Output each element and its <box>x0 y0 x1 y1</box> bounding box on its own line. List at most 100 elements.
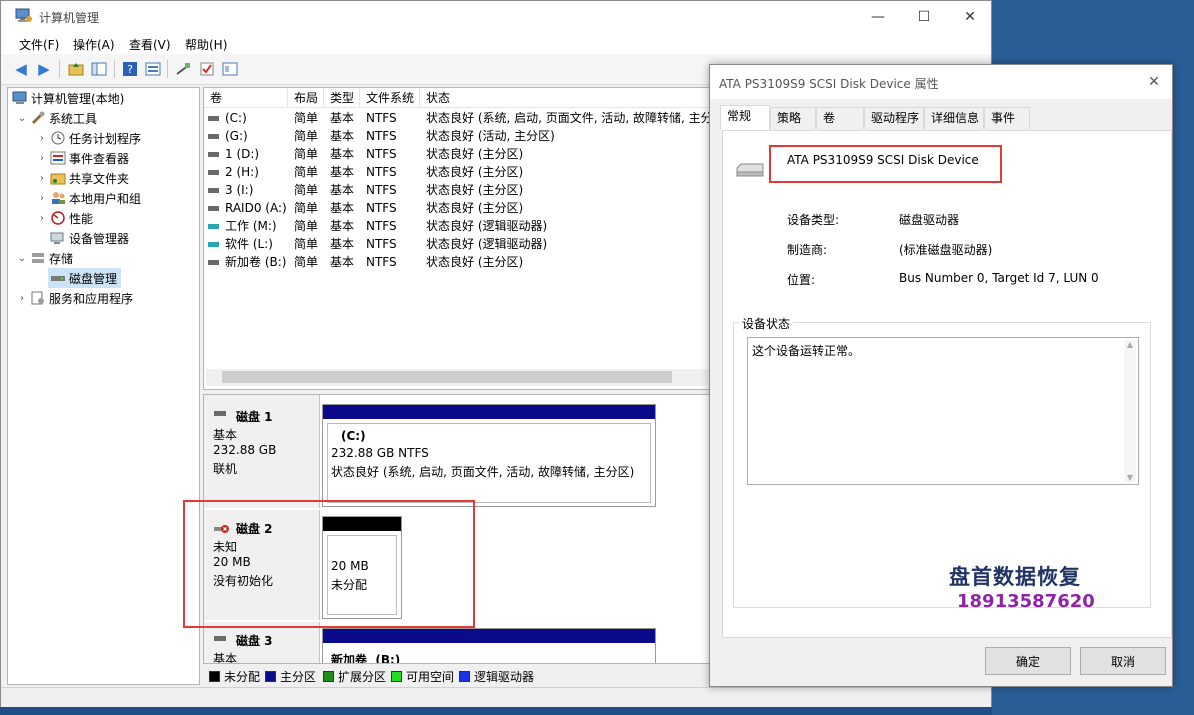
disk-icon <box>214 636 226 641</box>
cell-name: (G:) <box>206 127 288 145</box>
chevron-right-icon[interactable]: › <box>36 173 48 184</box>
services-icon <box>30 291 46 305</box>
legend-swatch <box>391 671 402 682</box>
table-row[interactable]: 软件 (L:) 简单 基本 NTFS 状态良好 (逻辑驱动器) <box>204 235 710 253</box>
table-row[interactable]: (C:) 简单 基本 NTFS 状态良好 (系统, 启动, 页面文件, 活动, 故障转储… <box>204 109 710 127</box>
maximize-button[interactable]: ☐ <box>901 1 947 32</box>
volume-b-partition[interactable]: 新加卷 (B:) <box>322 628 656 664</box>
disk1-info[interactable]: 磁盘 1 基本 232.88 GB 联机 <box>204 395 320 508</box>
cancel-button[interactable]: 取消 <box>1080 647 1166 675</box>
cell-layout: 简单 <box>294 201 319 215</box>
close-button[interactable]: ✕ <box>947 1 993 32</box>
table-row[interactable]: 新加卷 (B:) 简单 基本 NTFS 状态良好 (主分区) <box>204 253 710 271</box>
chevron-right-icon[interactable]: › <box>36 133 48 144</box>
cell-type: 基本 <box>330 237 355 251</box>
chevron-right-icon[interactable]: › <box>36 153 48 164</box>
volume-c-status: 状态良好 (系统, 启动, 页面文件, 活动, 故障转储, 主分区) <box>331 465 635 479</box>
device-status-textbox[interactable]: 这个设备运转正常。 ▲ ▼ <box>747 337 1139 485</box>
tree-item-task-scheduler[interactable]: › 任务计划程序 <box>36 128 141 148</box>
back-arrow-icon[interactable]: ◀ <box>12 60 30 78</box>
chevron-right-icon[interactable]: › <box>16 293 28 304</box>
help-icon[interactable]: ? <box>121 60 139 78</box>
column-header-layout[interactable]: 布局 <box>288 88 324 108</box>
chevron-down-icon[interactable]: ⌄ <box>16 253 28 264</box>
column-header-status[interactable]: 状态 <box>420 88 710 108</box>
tree-item-event-viewer[interactable]: › 事件查看器 <box>36 148 129 168</box>
tree-item-services[interactable]: › 服务和应用程序 <box>16 288 133 308</box>
up-folder-icon[interactable] <box>67 60 85 78</box>
table-row[interactable]: 3 (I:) 简单 基本 NTFS 状态良好 (主分区) <box>204 181 710 199</box>
device-status-label: 设备状态 <box>739 315 794 332</box>
location-value: Bus Number 0, Target Id 7, LUN 0 <box>899 271 1099 285</box>
table-row[interactable]: 1 (D:) 简单 基本 NTFS 状态良好 (主分区) <box>204 145 710 163</box>
forward-arrow-icon[interactable]: ▶ <box>35 60 53 78</box>
tree-label-performance: 性能 <box>69 211 94 226</box>
tree-label-root: 计算机管理(本地) <box>31 91 125 106</box>
cell-name: 软件 (L:) <box>206 235 288 253</box>
tree-label-local-users: 本地用户和组 <box>69 191 142 206</box>
menu-help[interactable]: 帮助(H) <box>185 36 227 53</box>
device-manager-icon <box>50 231 66 245</box>
cell-status: 状态良好 (主分区) <box>426 255 524 269</box>
volume-c-partition[interactable]: (C:) 232.88 GB NTFS 状态良好 (系统, 启动, 页面文件, … <box>322 404 656 507</box>
event-viewer-icon <box>50 151 66 165</box>
tree-item-storage[interactable]: ⌄ 存储 <box>16 248 73 268</box>
column-header-filesystem[interactable]: 文件系统 <box>360 88 420 108</box>
properties-icon[interactable] <box>144 60 162 78</box>
chevron-right-icon[interactable]: › <box>36 213 48 224</box>
tree-item-system-tools[interactable]: ⌄ 系统工具 <box>16 108 97 128</box>
tab-driver[interactable]: 驱动程序 <box>864 107 924 129</box>
device-status-text: 这个设备运转正常。 <box>752 344 861 358</box>
chevron-right-icon[interactable]: › <box>36 193 48 204</box>
cell-name: 工作 (M:) <box>206 217 288 235</box>
cell-name: (C:) <box>206 109 288 127</box>
column-header-volume[interactable]: 卷 <box>204 88 288 108</box>
console-icon[interactable] <box>221 60 239 78</box>
tree-item-shared-folders[interactable]: › 共享文件夹 <box>36 168 129 188</box>
dialog-title: ATA PS3109S9 SCSI Disk Device 属性 <box>719 77 939 91</box>
tab-policies[interactable]: 策略 <box>770 107 816 129</box>
tree-label-shared-folders: 共享文件夹 <box>69 171 130 186</box>
device-type-label: 设备类型: <box>787 213 840 227</box>
tree-item-disk-management[interactable]: 磁盘管理 <box>48 268 122 288</box>
connect-icon[interactable] <box>174 60 192 78</box>
tab-volumes[interactable]: 卷 <box>816 107 864 129</box>
tree-label-disk-management: 磁盘管理 <box>69 271 118 286</box>
dialog-close-button[interactable]: ✕ <box>1140 71 1168 93</box>
menu-view[interactable]: 查看(V) <box>129 36 171 53</box>
chevron-down-icon[interactable]: ⌄ <box>16 113 28 124</box>
cell-type: 基本 <box>330 201 355 215</box>
volume-icon <box>208 224 219 229</box>
tab-events[interactable]: 事件 <box>984 107 1030 129</box>
volume-b-name: 新加卷 (B:) <box>331 653 401 664</box>
volume-icon <box>208 188 219 193</box>
scrollbar-thumb[interactable] <box>222 371 672 383</box>
disk3-info[interactable]: 磁盘 3 基本 <box>204 622 320 663</box>
tab-details[interactable]: 详细信息 <box>924 107 984 129</box>
disk1-size: 232.88 GB <box>213 443 277 457</box>
status-scrollbar[interactable]: ▲ ▼ <box>1124 340 1136 482</box>
checklist-icon[interactable] <box>198 60 216 78</box>
minimize-button[interactable]: — <box>855 1 901 32</box>
show-hide-tree-icon[interactable] <box>90 60 108 78</box>
tree-item-root[interactable]: 计算机管理(本地) <box>10 88 124 108</box>
tab-general[interactable]: 常规 <box>720 105 770 130</box>
cell-status: 状态良好 (主分区) <box>426 165 524 179</box>
table-row[interactable]: 工作 (M:) 简单 基本 NTFS 状态良好 (逻辑驱动器) <box>204 217 710 235</box>
table-row[interactable]: RAID0 (A:) 简单 基本 NTFS 状态良好 (主分区) <box>204 199 710 217</box>
ok-button[interactable]: 确定 <box>985 647 1071 675</box>
menu-action[interactable]: 操作(A) <box>73 36 115 53</box>
navigation-tree: 计算机管理(本地) ⌄ 系统工具 › 任务计划程序 › 事件查看器 › 共享文件… <box>7 87 200 685</box>
menu-file[interactable]: 文件(F) <box>19 36 59 53</box>
clock-icon <box>50 131 66 145</box>
tree-item-performance[interactable]: › 性能 <box>36 208 93 228</box>
column-header-type[interactable]: 类型 <box>324 88 360 108</box>
tree-item-local-users[interactable]: › 本地用户和组 <box>36 188 141 208</box>
horizontal-scrollbar[interactable] <box>206 369 708 386</box>
tree-item-device-manager[interactable]: 设备管理器 <box>48 228 129 248</box>
table-row[interactable]: 2 (H:) 简单 基本 NTFS 状态良好 (主分区) <box>204 163 710 181</box>
cell-fs: NTFS <box>366 219 397 233</box>
dialog-title-bar: ATA PS3109S9 SCSI Disk Device 属性 ✕ <box>710 65 1172 99</box>
storage-icon <box>30 251 46 265</box>
table-row[interactable]: (G:) 简单 基本 NTFS 状态良好 (活动, 主分区) <box>204 127 710 145</box>
